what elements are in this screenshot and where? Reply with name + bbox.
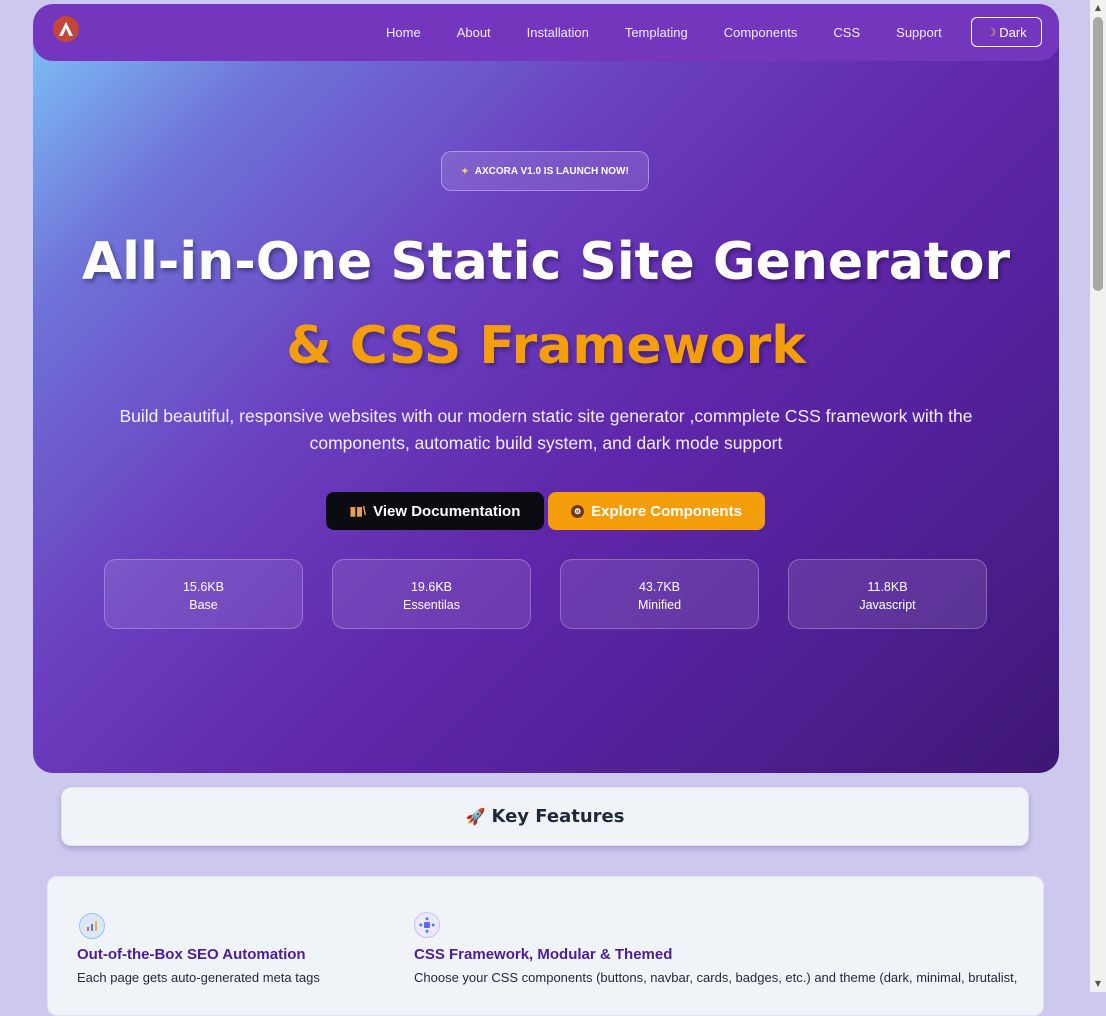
- stat-card-essentials: 19.6KB Essentilas: [332, 559, 531, 629]
- feature-title: Out-of-the-Box SEO Automation: [77, 946, 306, 963]
- stat-card-base: 15.6KB Base: [104, 559, 303, 629]
- gear-icon: ⚙: [571, 504, 585, 518]
- stat-label: Essentilas: [403, 598, 460, 612]
- nav-links: Home About Installation Templating Compo…: [368, 4, 960, 61]
- key-features-heading: 🚀 Key Features: [61, 787, 1029, 846]
- stat-label: Minified: [637, 598, 682, 612]
- stat-value: 43.7KB: [638, 580, 680, 594]
- scrollbar-thumb[interactable]: [1093, 17, 1103, 291]
- hero-section: Home About Installation Templating Compo…: [33, 4, 1059, 773]
- stat-label: Base: [189, 598, 218, 612]
- explore-components-button[interactable]: ⚙ Explore Components: [548, 492, 765, 530]
- launch-badge-text: AXCORA V1.0 IS LAUNCH NOW!: [474, 165, 629, 177]
- explore-components-label: Explore Components: [591, 502, 742, 520]
- dark-mode-toggle[interactable]: ☽ Dark: [971, 17, 1042, 47]
- stat-card-javascript: 11.8KB Javascript: [788, 559, 987, 629]
- stat-card-minified: 43.7KB Minified: [560, 559, 759, 629]
- feature-description: Choose your CSS components (buttons, nav…: [414, 970, 1018, 985]
- nav-link-components[interactable]: Components: [724, 25, 798, 40]
- hero-title: All-in-One Static Site Generator: [81, 232, 1011, 292]
- features-panel: Out-of-the-Box SEO Automation Each page …: [47, 876, 1044, 1016]
- view-documentation-button[interactable]: ▮▮\ View Documentation: [326, 492, 544, 530]
- sparkle-icon: ✦: [461, 165, 469, 176]
- nav-link-templating[interactable]: Templating: [625, 25, 688, 40]
- scroll-up-arrow-icon[interactable]: ▲: [1090, 0, 1106, 16]
- books-icon: ▮▮\: [349, 504, 367, 518]
- nav-link-css[interactable]: CSS: [833, 25, 860, 40]
- navbar: Home About Installation Templating Compo…: [33, 4, 1059, 61]
- key-features-title: Key Features: [491, 806, 625, 827]
- feature-description: Each page gets auto-generated meta tags: [77, 970, 320, 985]
- logo-icon[interactable]: [53, 16, 79, 42]
- rocket-icon: 🚀: [465, 807, 486, 826]
- seo-chart-icon: [79, 913, 105, 939]
- nav-link-installation[interactable]: Installation: [527, 25, 589, 40]
- nav-link-support[interactable]: Support: [896, 25, 942, 40]
- nav-link-home[interactable]: Home: [386, 25, 421, 40]
- view-documentation-label: View Documentation: [373, 502, 521, 520]
- modules-icon: [414, 912, 440, 938]
- hero-subtitle: Build beautiful, responsive websites wit…: [119, 406, 973, 453]
- stat-value: 15.6KB: [182, 580, 224, 594]
- vertical-scrollbar[interactable]: ▲ ▼: [1090, 0, 1106, 992]
- moon-icon: ☽: [986, 26, 997, 39]
- scroll-down-arrow-icon[interactable]: ▼: [1090, 976, 1106, 992]
- feature-title: CSS Framework, Modular & Themed: [414, 946, 673, 963]
- stat-value: 19.6KB: [410, 580, 452, 594]
- nav-link-about[interactable]: About: [457, 25, 491, 40]
- dark-mode-label: Dark: [999, 24, 1027, 40]
- stat-value: 11.8KB: [867, 580, 908, 594]
- stat-label: Javascript: [859, 598, 916, 612]
- hero-title-accent: & CSS Framework: [286, 316, 806, 376]
- launch-badge: ✦ AXCORA V1.0 IS LAUNCH NOW!: [441, 151, 649, 191]
